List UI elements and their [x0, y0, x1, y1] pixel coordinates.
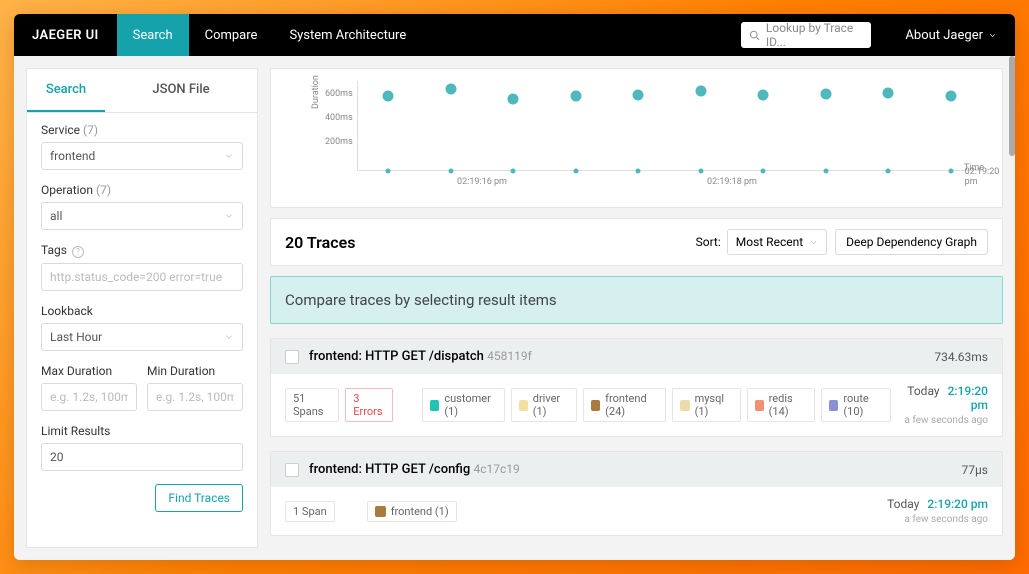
trace-duration: 734.63ms — [934, 350, 988, 364]
service-select[interactable]: frontend — [41, 142, 243, 170]
field-service: Service (7) frontend — [41, 123, 243, 170]
field-max-duration: Max Duration — [41, 364, 137, 411]
results-count: 20 Traces — [285, 233, 355, 252]
chevron-down-icon — [224, 332, 234, 342]
nav-compare[interactable]: Compare — [189, 14, 274, 56]
span-count-tag: 51 Spans — [285, 388, 339, 422]
field-tags: Tags ? — [41, 243, 243, 291]
trace-id: 458119f — [487, 349, 532, 363]
errors-tag: 3 Errors — [345, 388, 393, 422]
chart-point[interactable] — [448, 168, 453, 173]
chart-point[interactable] — [570, 91, 581, 102]
chart-point[interactable] — [758, 90, 769, 101]
field-limit: Limit Results — [41, 424, 243, 471]
chart-xtick: 02:19:20 pm — [965, 167, 1000, 187]
trace-time: Today2:19:20 pma few seconds ago — [903, 384, 988, 426]
trace-time: Today2:19:20 pma few seconds ago — [887, 497, 988, 525]
chart-point[interactable] — [883, 87, 894, 98]
chart-point[interactable] — [445, 83, 456, 94]
field-operation: Operation (7) all — [41, 183, 243, 230]
chart-ytick: 200ms — [325, 137, 353, 147]
chart-point[interactable] — [695, 86, 706, 97]
about-menu[interactable]: About Jaeger — [887, 28, 1015, 43]
operation-select[interactable]: all — [41, 202, 243, 230]
chart-point[interactable] — [386, 168, 391, 173]
chart-point[interactable] — [698, 168, 703, 173]
topbar: JAEGER UI Search Compare System Architec… — [14, 14, 1015, 56]
chart-point[interactable] — [511, 168, 516, 173]
app-window: JAEGER UI Search Compare System Architec… — [14, 14, 1015, 560]
brand[interactable]: JAEGER UI — [14, 28, 117, 43]
trace-header: frontend: HTTP GET /dispatch 458119f 734.… — [271, 339, 1002, 374]
compare-banner: Compare traces by selecting result items — [270, 276, 1003, 324]
nav-search[interactable]: Search — [117, 14, 189, 56]
search-sidebar: Search JSON File Service (7) frontend Op… — [26, 68, 258, 548]
tags-input[interactable] — [41, 263, 243, 291]
trace-id: 4c17c19 — [474, 462, 520, 476]
lookup-placeholder: Lookup by Trace ID... — [766, 21, 864, 49]
chart-point[interactable] — [383, 91, 394, 102]
scatter-chart[interactable]: Duration Time 200ms400ms600ms02:19:16 pm… — [270, 68, 1003, 208]
trace-checkbox[interactable] — [285, 350, 299, 364]
find-traces-button[interactable]: Find Traces — [155, 484, 243, 512]
tab-json-file[interactable]: JSON File — [105, 69, 257, 112]
service-tag: driver (1) — [511, 388, 577, 422]
sort-select[interactable]: Most Recent — [727, 229, 827, 255]
field-lookback: Lookback Last Hour — [41, 304, 243, 351]
chart-point[interactable] — [636, 168, 641, 173]
chevron-down-icon — [809, 238, 818, 247]
trace-checkbox[interactable] — [285, 463, 299, 477]
trace-header: frontend: HTTP GET /config 4c17c19 77µs — [271, 452, 1002, 487]
chart-area: Duration Time 200ms400ms600ms02:19:16 pm… — [313, 77, 990, 197]
trace-title: frontend: HTTP GET /config 4c17c19 — [309, 462, 520, 477]
trace-title: frontend: HTTP GET /dispatch 458119f — [309, 349, 532, 364]
field-min-duration: Min Duration — [147, 364, 243, 411]
deep-dependency-graph-button[interactable]: Deep Dependency Graph — [835, 229, 988, 255]
trace-card[interactable]: frontend: HTTP GET /config 4c17c19 77µs 1 … — [270, 451, 1003, 536]
trace-card[interactable]: frontend: HTTP GET /dispatch 458119f 734.… — [270, 338, 1003, 437]
service-tag: redis (14) — [747, 388, 816, 422]
chart-point[interactable] — [508, 94, 519, 105]
sort-label: Sort: — [696, 235, 721, 249]
trace-duration: 77µs — [962, 463, 988, 477]
trace-lookup-input[interactable]: Lookup by Trace ID... — [741, 22, 871, 48]
chevron-down-icon — [988, 31, 997, 40]
search-icon — [749, 29, 760, 42]
chart-point[interactable] — [761, 168, 766, 173]
limit-input[interactable] — [41, 443, 243, 471]
sidebar-tabs: Search JSON File — [27, 69, 257, 113]
service-tag: mysql (1) — [672, 388, 740, 422]
results-header: 20 Traces Sort: Most Recent Deep Depende… — [270, 218, 1003, 266]
chart-point[interactable] — [948, 168, 953, 173]
chart-point[interactable] — [823, 168, 828, 173]
service-tag: customer (1) — [422, 388, 504, 422]
chart-xtick: 02:19:18 pm — [707, 177, 757, 187]
min-duration-input[interactable] — [147, 383, 243, 411]
trace-body: 51 Spans3 Errors customer (1)driver (1)fr… — [271, 374, 1002, 436]
chart-point[interactable] — [820, 88, 831, 99]
span-count-tag: 1 Span — [285, 501, 335, 522]
max-duration-input[interactable] — [41, 383, 137, 411]
help-icon[interactable]: ? — [72, 246, 84, 258]
chart-xtick: 02:19:16 pm — [457, 177, 507, 187]
chart-point[interactable] — [945, 91, 956, 102]
service-tag: route (10) — [821, 388, 891, 422]
tab-search[interactable]: Search — [27, 69, 105, 112]
service-tag: frontend (24) — [583, 388, 666, 422]
results-main: Duration Time 200ms400ms600ms02:19:16 pm… — [270, 68, 1003, 548]
body: Search JSON File Service (7) frontend Op… — [14, 56, 1015, 560]
chart-point[interactable] — [573, 168, 578, 173]
chart-ytick: 400ms — [325, 113, 353, 123]
chart-ytick: 600ms — [325, 89, 353, 99]
service-tag: frontend (1) — [367, 501, 457, 522]
chart-ylabel: Duration — [311, 75, 321, 109]
lookback-select[interactable]: Last Hour — [41, 323, 243, 351]
chevron-down-icon — [224, 151, 234, 161]
chart-point[interactable] — [886, 168, 891, 173]
chevron-down-icon — [224, 211, 234, 221]
nav-architecture[interactable]: System Architecture — [273, 14, 422, 56]
chart-point[interactable] — [633, 90, 644, 101]
trace-body: 1 Span frontend (1) Today2:19:20 pma few s… — [271, 487, 1002, 535]
